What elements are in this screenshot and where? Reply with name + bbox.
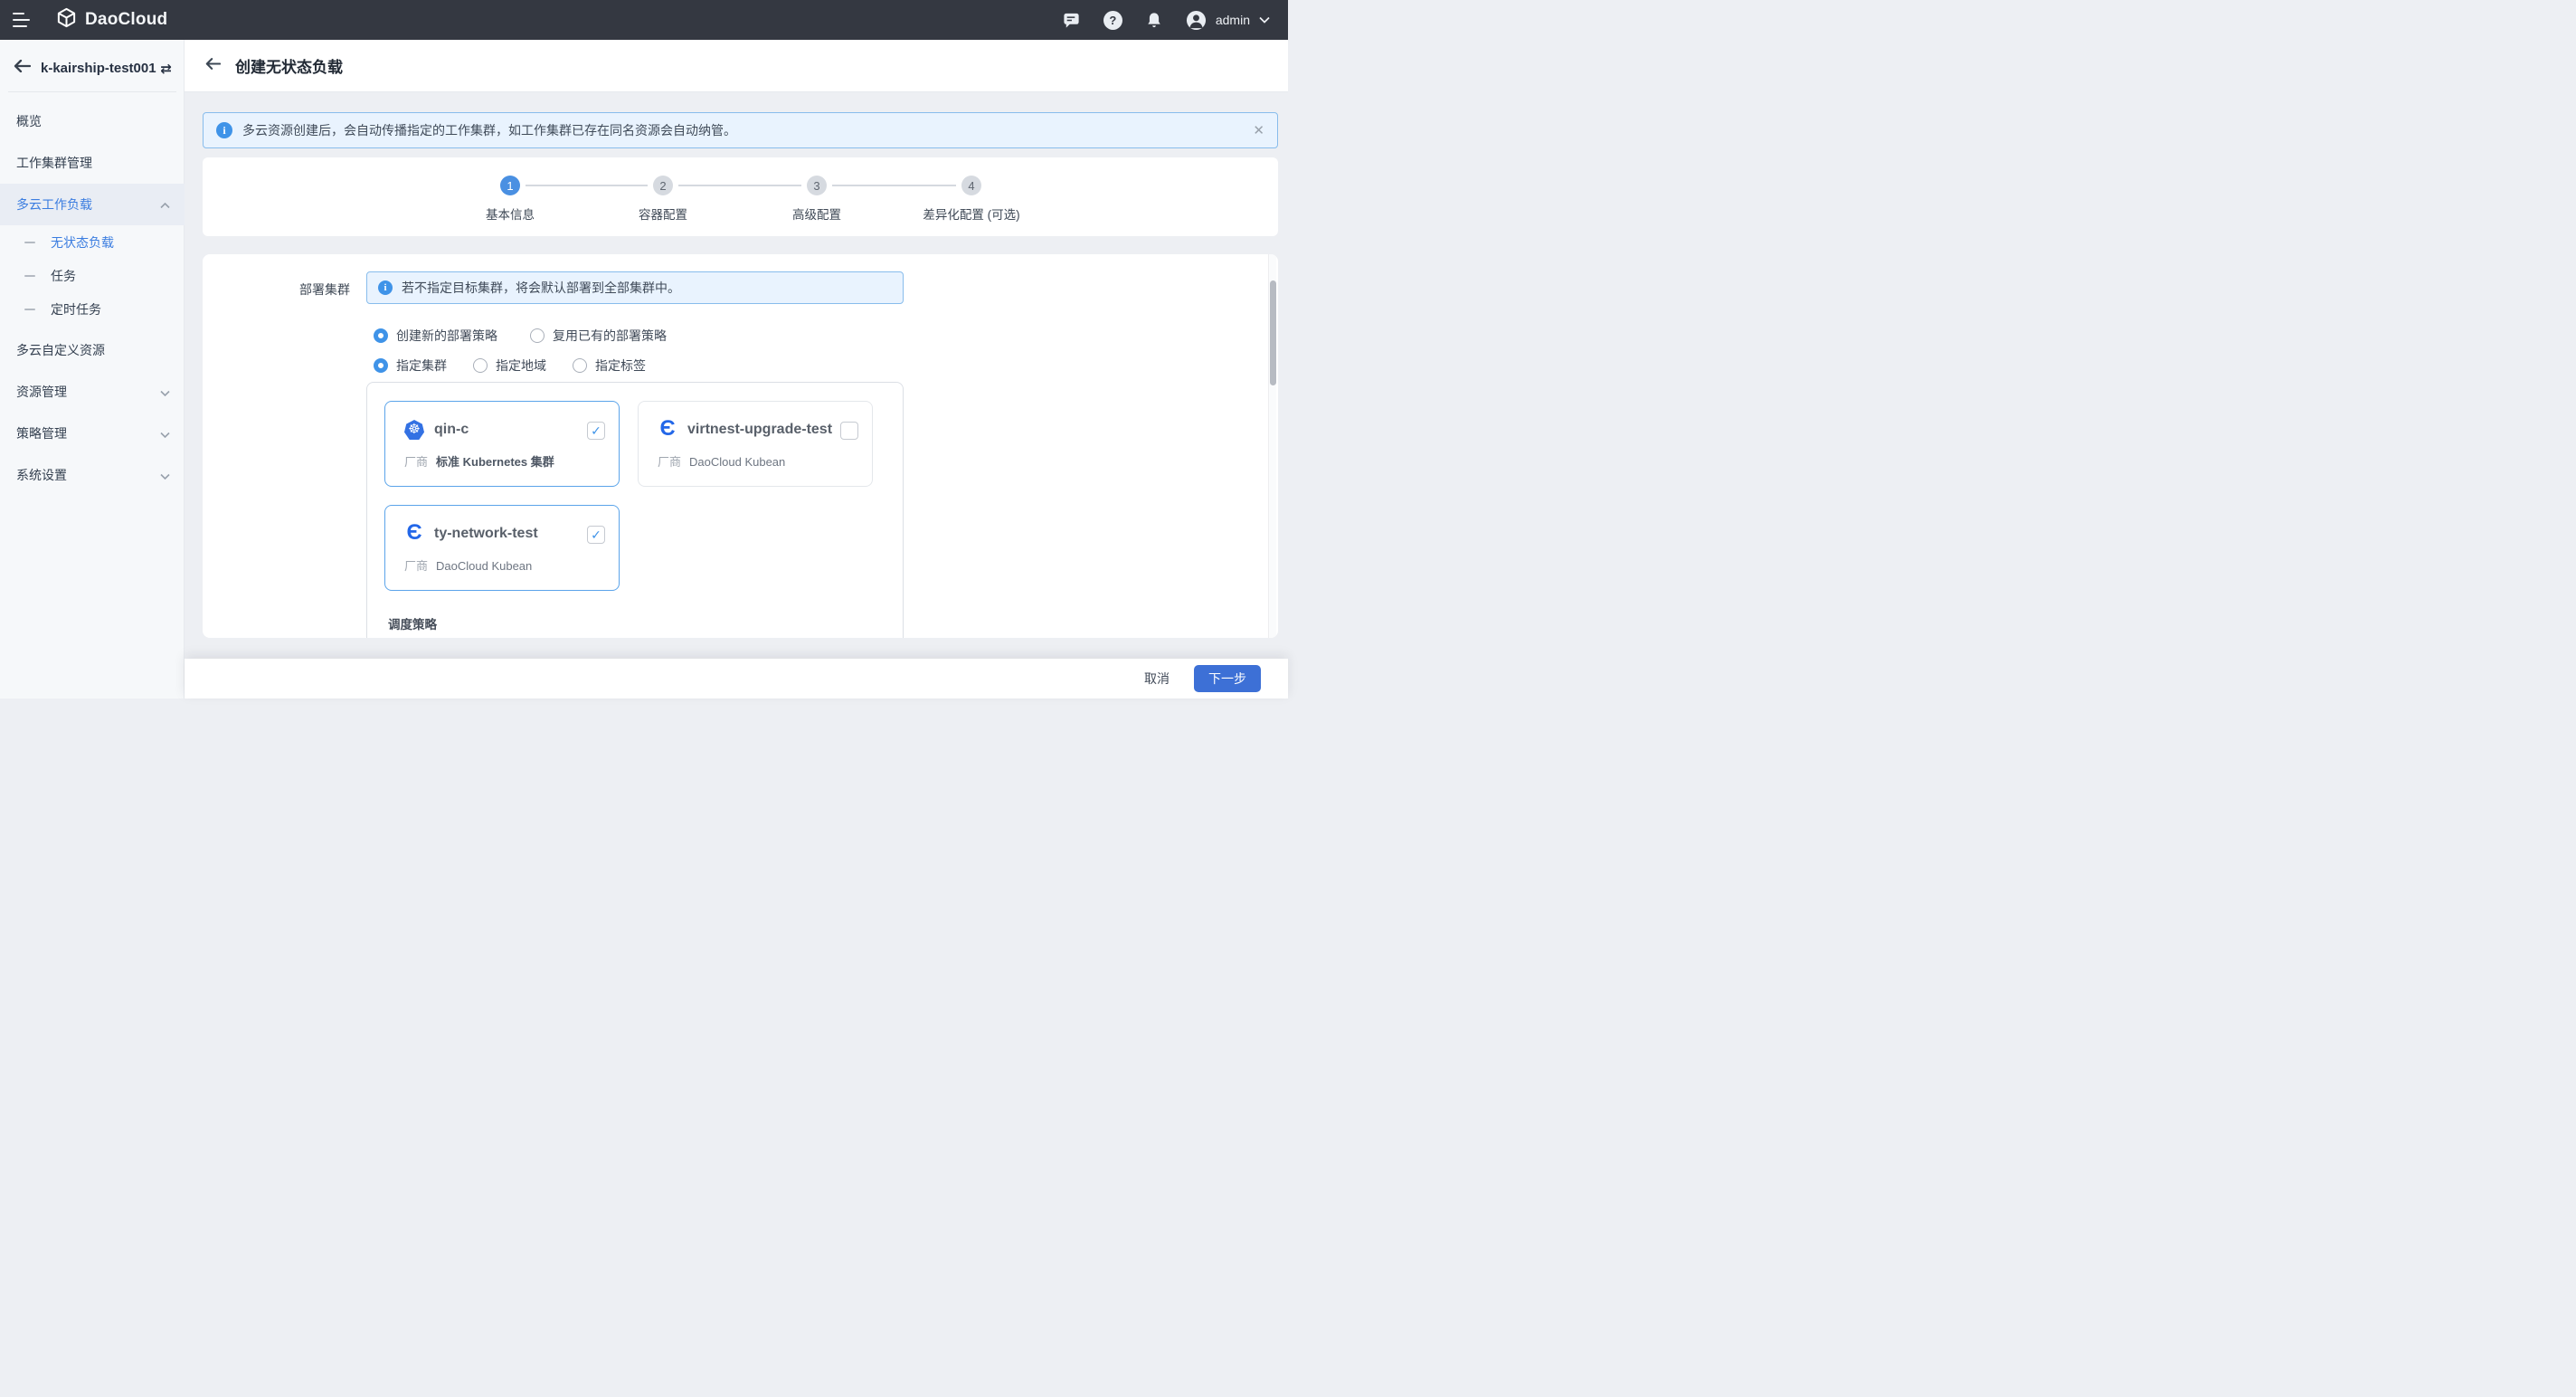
step-4-label: 差异化配置 (可选)	[923, 204, 1019, 223]
radio-create-new-policy[interactable]: 创建新的部署策略	[374, 327, 497, 345]
step-connector	[832, 185, 956, 186]
panel-scrollbar[interactable]	[1268, 254, 1276, 638]
sidebar-item-overview[interactable]: 概览	[0, 100, 185, 142]
back-icon[interactable]	[205, 58, 221, 74]
radio-icon	[530, 328, 545, 343]
sidebar-item-resource-management[interactable]: 资源管理	[0, 371, 185, 413]
brand-name: DaoCloud	[85, 10, 167, 30]
sidebar-subitem-stateless-workloads[interactable]: 无状态负载	[0, 225, 185, 259]
radio-specify-region[interactable]: 指定地域	[473, 356, 546, 375]
chevron-up-icon	[160, 197, 170, 212]
chevron-down-icon	[160, 426, 170, 441]
daocloud-icon: Є	[658, 420, 677, 440]
dash-icon	[24, 309, 35, 310]
step-1-dot: 1	[500, 176, 520, 195]
cluster-checkbox[interactable]: ✓	[587, 526, 605, 544]
main-area: 创建无状态负载 i 多云资源创建后，会自动传播指定的工作集群，如工作集群已存在同…	[185, 40, 1288, 698]
chevron-down-icon	[1259, 16, 1270, 24]
kubernetes-icon: ☸	[404, 420, 424, 440]
radio-icon	[374, 328, 388, 343]
cluster-name: k-kairship-test001	[41, 61, 156, 76]
scrollbar-thumb[interactable]	[1270, 280, 1276, 385]
step-3-label: 高级配置	[792, 204, 841, 223]
cluster-checkbox[interactable]: ✓	[587, 422, 605, 440]
target-radio-group: 指定集群 指定地域 指定标签	[374, 356, 646, 375]
dash-icon	[24, 275, 35, 277]
page-title: 创建无状态负载	[235, 54, 343, 77]
sidebar-item-custom-resources[interactable]: 多云自定义资源	[0, 329, 185, 371]
sidebar-header: k-kairship-test001 ⇄	[0, 40, 185, 77]
tip-text: 若不指定目标集群，将会默认部署到全部集群中。	[402, 279, 680, 297]
sidebar-subitem-cronjobs[interactable]: 定时任务	[0, 292, 185, 326]
user-menu[interactable]: admin	[1186, 10, 1270, 31]
page-content: i 多云资源创建后，会自动传播指定的工作集群，如工作集群已存在同名资源会自动纳管…	[185, 92, 1288, 659]
step-2-dot: 2	[653, 176, 673, 195]
step-2-label: 容器配置	[639, 204, 687, 223]
form-panel: 部署集群 i 若不指定目标集群，将会默认部署到全部集群中。 创建新的部署策略 复…	[203, 254, 1278, 638]
brand: DaoCloud	[56, 7, 167, 33]
switch-cluster-icon[interactable]: ⇄	[160, 61, 172, 77]
step-3-dot: 3	[807, 176, 827, 195]
info-icon: i	[216, 122, 232, 138]
sidebar-item-multicloud-workloads[interactable]: 多云工作负载	[0, 184, 185, 225]
scheduling-policy-label: 调度策略	[388, 614, 903, 632]
step-4-dot: 4	[961, 176, 981, 195]
message-icon[interactable]	[1062, 11, 1081, 30]
sidebar-divider	[8, 91, 176, 92]
radio-specify-label[interactable]: 指定标签	[573, 356, 646, 375]
daocloud-icon: Є	[404, 524, 424, 544]
radio-specify-cluster[interactable]: 指定集群	[374, 356, 447, 375]
sidebar-subitem-jobs[interactable]: 任务	[0, 259, 185, 292]
help-icon[interactable]: ?	[1103, 11, 1122, 30]
page-header: 创建无状态负载	[185, 40, 1288, 92]
sidebar: k-kairship-test001 ⇄ 概览 工作集群管理 多云工作负载 无状…	[0, 40, 185, 698]
cluster-selection-box: ☸ qin-c ✓ 厂商 标准 Kubernetes 集群 Є	[366, 382, 904, 638]
sidebar-item-policy-management[interactable]: 策略管理	[0, 413, 185, 454]
next-step-button[interactable]: 下一步	[1194, 665, 1261, 692]
banner-text: 多云资源创建后，会自动传播指定的工作集群，如工作集群已存在同名资源会自动纳管。	[242, 121, 736, 139]
chevron-down-icon	[160, 468, 170, 482]
step-connector	[678, 185, 801, 186]
step-connector	[526, 185, 648, 186]
cluster-card-qin-c[interactable]: ☸ qin-c ✓ 厂商 标准 Kubernetes 集群	[384, 401, 620, 487]
info-banner: i 多云资源创建后，会自动传播指定的工作集群，如工作集群已存在同名资源会自动纳管…	[203, 112, 1278, 148]
radio-icon	[573, 358, 587, 373]
footer-actions: 取消 下一步	[185, 659, 1288, 698]
deploy-cluster-label: 部署集群	[203, 280, 350, 299]
cluster-card-ty-network-test[interactable]: Є ty-network-test ✓ 厂商 DaoCloud Kubean	[384, 505, 620, 591]
back-icon[interactable]	[14, 60, 31, 77]
policy-radio-group: 创建新的部署策略 复用已有的部署策略	[374, 327, 667, 345]
menu-toggle-icon[interactable]	[13, 13, 33, 27]
chevron-down-icon	[160, 385, 170, 399]
radio-icon	[473, 358, 488, 373]
topbar-actions: ? admin	[1062, 10, 1270, 31]
topbar: DaoCloud ? admin	[0, 0, 1288, 40]
daocloud-cube-icon	[56, 7, 77, 33]
banner-close-icon[interactable]: ✕	[1253, 122, 1264, 138]
sidebar-item-system-settings[interactable]: 系统设置	[0, 454, 185, 496]
radio-reuse-policy[interactable]: 复用已有的部署策略	[530, 327, 667, 345]
cluster-checkbox[interactable]: ✓	[840, 422, 858, 440]
deploy-tip: i 若不指定目标集群，将会默认部署到全部集群中。	[366, 271, 904, 304]
username: admin	[1216, 13, 1250, 27]
notification-bell-icon[interactable]	[1145, 11, 1163, 30]
cancel-button[interactable]: 取消	[1144, 670, 1170, 688]
radio-icon	[374, 358, 388, 373]
avatar	[1186, 10, 1207, 31]
cluster-card-virtnest-upgrade-test[interactable]: Є virtnest-upgrade-test ✓ 厂商 DaoCloud Ku…	[638, 401, 873, 487]
step-1-label: 基本信息	[486, 204, 535, 223]
stepper: 1 基本信息 2 容器配置 3 高级配置 4 差异化配置 (可选)	[203, 157, 1278, 236]
sidebar-item-cluster-management[interactable]: 工作集群管理	[0, 142, 185, 184]
info-icon: i	[378, 280, 393, 295]
dash-icon	[24, 242, 35, 243]
